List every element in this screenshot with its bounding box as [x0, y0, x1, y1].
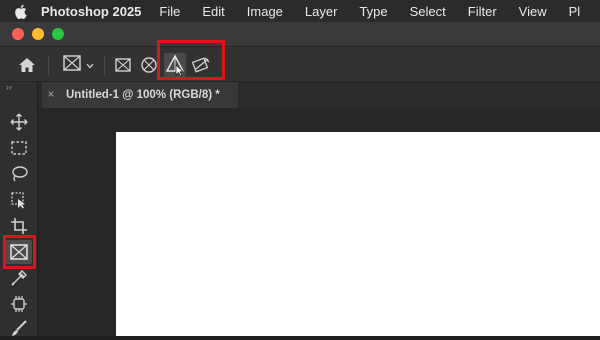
- menu-select[interactable]: Select: [410, 4, 446, 19]
- canvas-workspace[interactable]: [38, 108, 600, 336]
- close-window-button[interactable]: [12, 28, 24, 40]
- menu-filter[interactable]: Filter: [468, 4, 497, 19]
- menu-layer[interactable]: Layer: [305, 4, 338, 19]
- tool-preset-picker[interactable]: [58, 53, 98, 77]
- move-tool-icon[interactable]: [6, 110, 32, 134]
- menu-type[interactable]: Type: [359, 4, 387, 19]
- options-separator: [48, 55, 49, 75]
- frame-tool-icon: [62, 54, 82, 77]
- menu-image[interactable]: Image: [247, 4, 283, 19]
- lasso-icon[interactable]: [6, 162, 32, 186]
- tools-panel: ››: [0, 82, 38, 336]
- document-tab-label: Untitled-1 @ 100% (RGB/8) *: [66, 89, 220, 101]
- menu-view[interactable]: View: [519, 4, 547, 19]
- minimize-window-button[interactable]: [32, 28, 44, 40]
- eyedropper-icon[interactable]: [6, 266, 32, 290]
- object-selection-icon[interactable]: [6, 188, 32, 212]
- highlighted-button-group-outline: [157, 40, 225, 80]
- options-separator: [104, 55, 105, 75]
- close-tab-button[interactable]: ×: [42, 89, 60, 101]
- apple-logo-icon[interactable]: [14, 4, 27, 19]
- zoom-window-button[interactable]: [52, 28, 64, 40]
- menu-file[interactable]: File: [159, 4, 180, 19]
- rectangular-marquee-icon[interactable]: [6, 136, 32, 160]
- document-tab[interactable]: × Untitled-1 @ 100% (RGB/8) *: [42, 82, 238, 108]
- window-title-bar: [0, 22, 600, 46]
- menu-plugins-truncated[interactable]: Pl: [569, 4, 581, 19]
- rectangle-frame-icon[interactable]: [112, 53, 134, 77]
- document-canvas[interactable]: [116, 132, 600, 336]
- app-menu-photoshop[interactable]: Photoshop 2025: [41, 4, 141, 19]
- document-tab-bar: × Untitled-1 @ 100% (RGB/8) *: [38, 82, 600, 108]
- panel-collapse-toggle[interactable]: ››: [6, 82, 12, 92]
- chevron-down-icon: [86, 56, 94, 74]
- healing-brush-icon[interactable]: [6, 292, 32, 316]
- brush-icon[interactable]: [6, 316, 32, 340]
- menu-edit[interactable]: Edit: [202, 4, 224, 19]
- home-icon[interactable]: [14, 53, 40, 77]
- options-bar: [0, 40, 600, 82]
- mac-menu-bar: Photoshop 2025 File Edit Image Layer Typ…: [0, 0, 600, 22]
- active-tool-highlight-outline: [3, 235, 36, 269]
